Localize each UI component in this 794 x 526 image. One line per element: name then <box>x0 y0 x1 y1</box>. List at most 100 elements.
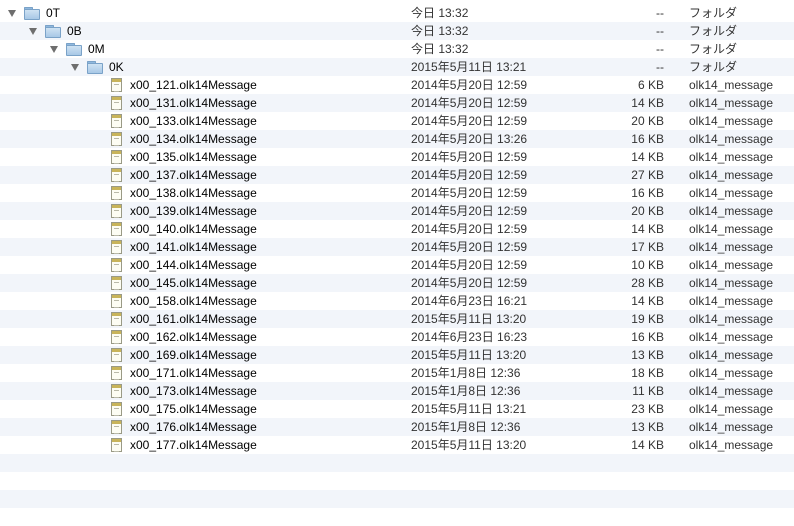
file-size: 27 KB <box>631 168 664 182</box>
file-size: 14 KB <box>631 96 664 110</box>
file-size: -- <box>656 24 664 38</box>
file-row[interactable]: x00_145.olk14Message 2014年5月20日 12:59 28… <box>0 274 794 292</box>
file-row[interactable]: x00_171.olk14Message 2015年1月8日 12:36 18 … <box>0 364 794 382</box>
date-modified: 2014年5月20日 12:59 <box>411 114 528 128</box>
file-name: x00_131.olk14Message <box>130 96 257 110</box>
file-kind: olk14_message <box>689 240 774 254</box>
name-cell: x00_141.olk14Message <box>111 238 257 256</box>
disclosure-triangle-down-icon[interactable] <box>8 10 16 17</box>
file-name: x00_145.olk14Message <box>130 276 257 290</box>
name-cell: x00_169.olk14Message <box>111 346 257 364</box>
folder-name: 0T <box>46 6 61 20</box>
empty-row <box>0 454 794 472</box>
file-size: 16 KB <box>631 330 664 344</box>
file-name: x00_177.olk14Message <box>130 438 257 452</box>
date-modified: 2014年5月20日 13:26 <box>411 132 528 146</box>
file-row[interactable]: x00_158.olk14Message 2014年6月23日 16:21 14… <box>0 292 794 310</box>
file-size: 23 KB <box>631 402 664 416</box>
file-kind: olk14_message <box>689 330 774 344</box>
file-size: 16 KB <box>631 132 664 146</box>
file-size: -- <box>656 42 664 56</box>
file-name: x00_169.olk14Message <box>130 348 257 362</box>
file-kind: フォルダ <box>689 6 738 20</box>
name-cell: x00_161.olk14Message <box>111 310 257 328</box>
file-row[interactable]: x00_131.olk14Message 2014年5月20日 12:59 14… <box>0 94 794 112</box>
empty-row <box>0 490 794 508</box>
file-name: x00_173.olk14Message <box>130 384 257 398</box>
name-cell: x00_139.olk14Message <box>111 202 257 220</box>
date-modified: 2015年5月11日 13:21 <box>411 402 527 416</box>
file-row[interactable]: x00_162.olk14Message 2014年6月23日 16:23 16… <box>0 328 794 346</box>
file-row[interactable]: x00_134.olk14Message 2014年5月20日 13:26 16… <box>0 130 794 148</box>
document-icon <box>111 438 122 452</box>
file-row[interactable]: x00_144.olk14Message 2014年5月20日 12:59 10… <box>0 256 794 274</box>
date-modified: 2014年5月20日 12:59 <box>411 276 528 290</box>
file-row[interactable]: x00_140.olk14Message 2014年5月20日 12:59 14… <box>0 220 794 238</box>
document-icon <box>111 276 122 290</box>
file-name: x00_134.olk14Message <box>130 132 257 146</box>
file-name: x00_171.olk14Message <box>130 366 257 380</box>
file-kind: olk14_message <box>689 78 774 92</box>
file-row[interactable]: x00_161.olk14Message 2015年5月11日 13:20 19… <box>0 310 794 328</box>
disclosure-triangle-down-icon[interactable] <box>50 46 58 53</box>
document-icon <box>111 240 122 254</box>
disclosure-triangle-down-icon[interactable] <box>71 64 79 71</box>
file-size: 13 KB <box>631 348 664 362</box>
name-cell: x00_137.olk14Message <box>111 166 257 184</box>
file-row[interactable]: x00_141.olk14Message 2014年5月20日 12:59 17… <box>0 238 794 256</box>
name-cell: x00_145.olk14Message <box>111 274 257 292</box>
date-modified: 2014年5月20日 12:59 <box>411 168 528 182</box>
file-row[interactable]: x00_133.olk14Message 2014年5月20日 12:59 20… <box>0 112 794 130</box>
file-kind: olk14_message <box>689 402 774 416</box>
file-row[interactable]: x00_175.olk14Message 2015年5月11日 13:21 23… <box>0 400 794 418</box>
date-modified: 2015年1月8日 12:36 <box>411 384 521 398</box>
file-kind: フォルダ <box>689 42 738 56</box>
date-modified: 2015年5月11日 13:21 <box>411 60 527 74</box>
file-row[interactable]: x00_138.olk14Message 2014年5月20日 12:59 16… <box>0 184 794 202</box>
name-cell: x00_162.olk14Message <box>111 328 257 346</box>
folder-row[interactable]: 0B 今日 13:32 -- フォルダ <box>0 22 794 40</box>
file-size: 14 KB <box>631 150 664 164</box>
file-row[interactable]: x00_169.olk14Message 2015年5月11日 13:20 13… <box>0 346 794 364</box>
file-kind: olk14_message <box>689 96 774 110</box>
file-size: 19 KB <box>631 312 664 326</box>
document-icon <box>111 348 122 362</box>
document-icon <box>111 132 122 146</box>
file-kind: olk14_message <box>689 114 774 128</box>
file-size: 13 KB <box>631 420 664 434</box>
document-icon <box>111 114 122 128</box>
file-row[interactable]: x00_121.olk14Message 2014年5月20日 12:59 6 … <box>0 76 794 94</box>
date-modified: 2015年5月11日 13:20 <box>411 438 527 452</box>
file-name: x00_158.olk14Message <box>130 294 257 308</box>
name-cell: x00_173.olk14Message <box>111 382 257 400</box>
file-kind: フォルダ <box>689 24 738 38</box>
name-cell: x00_175.olk14Message <box>111 400 257 418</box>
date-modified: 2014年5月20日 12:59 <box>411 96 528 110</box>
file-kind: olk14_message <box>689 420 774 434</box>
file-row[interactable]: x00_139.olk14Message 2014年5月20日 12:59 20… <box>0 202 794 220</box>
file-kind: olk14_message <box>689 348 774 362</box>
folder-row[interactable]: 0K 2015年5月11日 13:21 -- フォルダ <box>0 58 794 76</box>
file-kind: olk14_message <box>689 276 774 290</box>
name-cell: x00_134.olk14Message <box>111 130 257 148</box>
folder-row[interactable]: 0T 今日 13:32 -- フォルダ <box>0 4 794 22</box>
file-size: -- <box>656 60 664 74</box>
document-icon <box>111 96 122 110</box>
file-size: 16 KB <box>631 186 664 200</box>
folder-name: 0K <box>109 60 124 74</box>
file-kind: olk14_message <box>689 294 774 308</box>
name-cell: x00_138.olk14Message <box>111 184 257 202</box>
file-row[interactable]: x00_176.olk14Message 2015年1月8日 12:36 13 … <box>0 418 794 436</box>
file-row[interactable]: x00_177.olk14Message 2015年5月11日 13:20 14… <box>0 436 794 454</box>
file-name: x00_162.olk14Message <box>130 330 257 344</box>
file-row[interactable]: x00_137.olk14Message 2014年5月20日 12:59 27… <box>0 166 794 184</box>
file-kind: olk14_message <box>689 204 774 218</box>
disclosure-triangle-down-icon[interactable] <box>29 28 37 35</box>
date-modified: 今日 13:32 <box>411 24 469 38</box>
file-row[interactable]: x00_135.olk14Message 2014年5月20日 12:59 14… <box>0 148 794 166</box>
file-row[interactable]: x00_173.olk14Message 2015年1月8日 12:36 11 … <box>0 382 794 400</box>
file-name: x00_176.olk14Message <box>130 420 257 434</box>
date-modified: 2014年5月20日 12:59 <box>411 240 528 254</box>
folder-row[interactable]: 0M 今日 13:32 -- フォルダ <box>0 40 794 58</box>
file-kind: olk14_message <box>689 438 774 452</box>
